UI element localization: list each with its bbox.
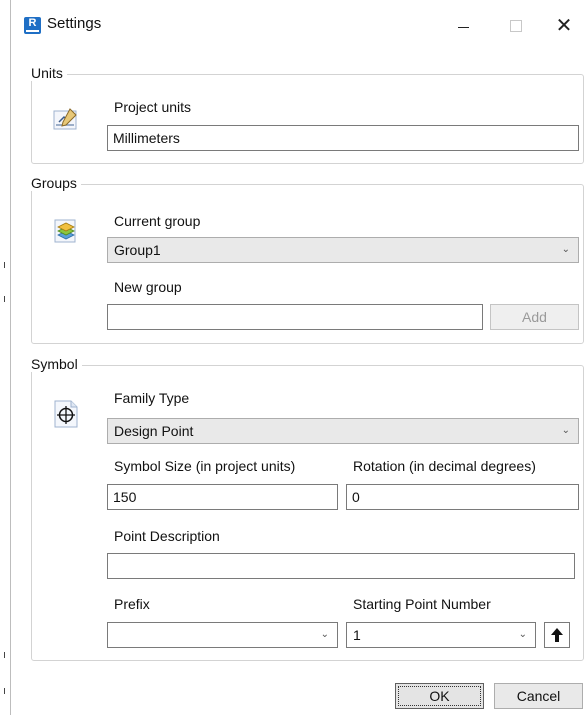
arrow-up-icon xyxy=(551,628,563,642)
starting-point-number-value: 1 xyxy=(353,627,361,643)
new-group-field[interactable] xyxy=(107,304,483,330)
rotation-label: Rotation (in decimal degrees) xyxy=(353,458,536,474)
project-units-field[interactable] xyxy=(107,125,579,151)
chevron-down-icon: ⌄ xyxy=(320,629,329,640)
point-description-label: Point Description xyxy=(114,528,220,544)
maximize-button[interactable] xyxy=(496,12,536,40)
maximize-icon xyxy=(510,19,522,32)
close-button[interactable]: ✕ xyxy=(544,12,584,40)
rotation-field[interactable] xyxy=(346,484,579,510)
chevron-down-icon: ⌄ xyxy=(561,425,570,436)
symbol-size-label: Symbol Size (in project units) xyxy=(114,458,296,474)
current-group-select[interactable]: Group1 ⌄ xyxy=(107,237,579,263)
crosshair-icon xyxy=(52,400,80,428)
app-icon: R xyxy=(24,17,41,34)
starting-point-number-label: Starting Point Number xyxy=(353,596,491,612)
point-description-field[interactable] xyxy=(107,553,575,579)
new-group-label: New group xyxy=(114,279,182,295)
prefix-select[interactable]: ⌄ xyxy=(107,622,338,648)
minimize-button[interactable] xyxy=(443,12,483,40)
close-icon: ✕ xyxy=(555,15,573,37)
groups-legend: Groups xyxy=(31,175,81,191)
increment-button[interactable] xyxy=(544,622,570,648)
family-type-value: Design Point xyxy=(114,423,194,439)
cancel-button[interactable]: Cancel xyxy=(494,683,583,709)
layers-icon xyxy=(52,217,80,245)
starting-point-number-select[interactable]: 1 ⌄ xyxy=(346,622,536,648)
units-legend: Units xyxy=(31,65,67,81)
window-title: Settings xyxy=(47,15,102,32)
prefix-label: Prefix xyxy=(114,596,150,612)
chevron-down-icon: ⌄ xyxy=(518,629,527,640)
settings-window: R Settings ✕ Units Project units Grou xyxy=(10,0,585,715)
title-bar[interactable]: R Settings ✕ xyxy=(11,0,585,48)
minimize-icon xyxy=(457,26,469,28)
symbol-legend: Symbol xyxy=(31,356,82,372)
add-button[interactable]: Add xyxy=(490,304,579,330)
groups-group: Groups Current group Group1 ⌄ New group … xyxy=(31,175,584,344)
ok-button[interactable]: OK xyxy=(395,683,484,709)
pencil-ruler-icon xyxy=(52,105,80,133)
family-type-label: Family Type xyxy=(114,390,190,406)
symbol-size-field[interactable] xyxy=(107,484,338,510)
units-group: Units Project units xyxy=(31,65,584,164)
family-type-select[interactable]: Design Point ⌄ xyxy=(107,418,579,444)
project-units-label: Project units xyxy=(114,99,192,115)
chevron-down-icon: ⌄ xyxy=(561,244,570,255)
current-group-label: Current group xyxy=(114,213,201,229)
symbol-group: Symbol Family Type Design Point ⌄ Symbol… xyxy=(31,356,584,661)
current-group-value: Group1 xyxy=(114,242,161,258)
